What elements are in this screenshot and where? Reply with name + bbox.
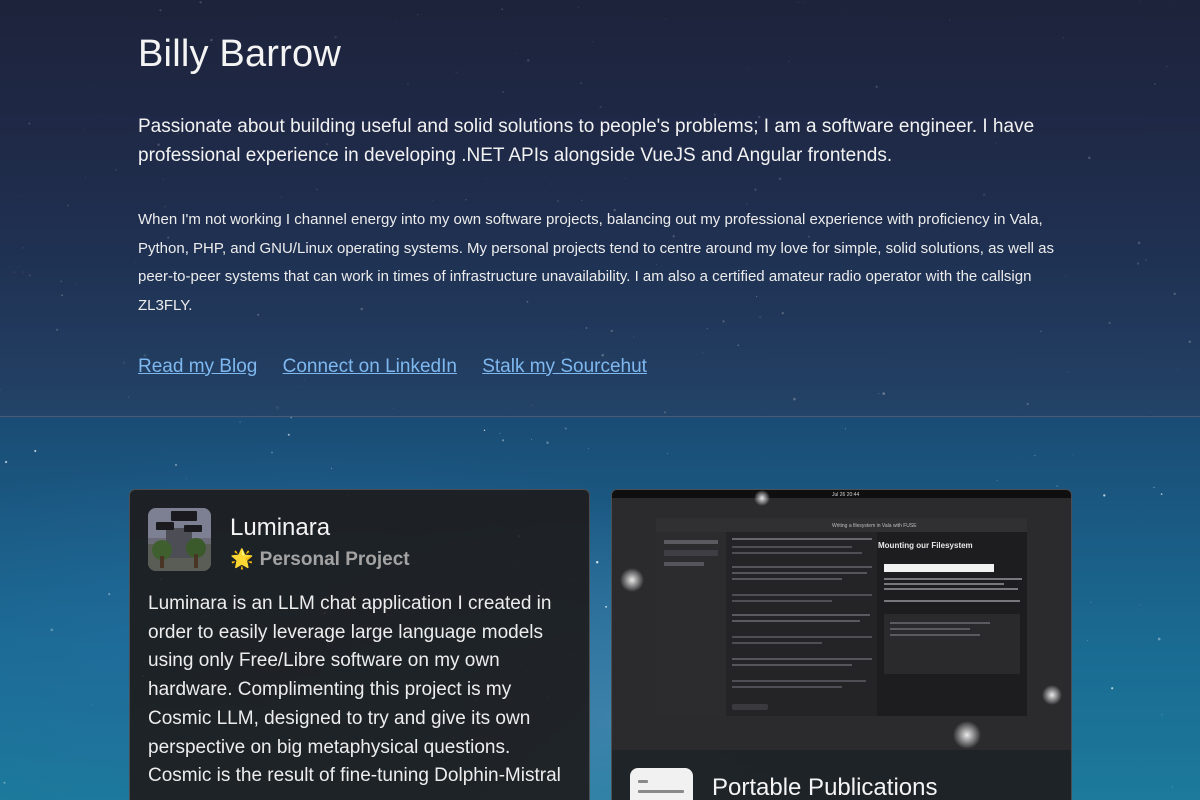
star xyxy=(1111,687,1114,690)
star xyxy=(1157,637,1161,641)
project-tag-label: Personal Project xyxy=(259,549,410,570)
star xyxy=(271,451,273,454)
star xyxy=(596,561,599,564)
project-header: Luminara 🌟 Personal Project xyxy=(148,508,410,574)
star xyxy=(1161,714,1163,716)
star xyxy=(564,427,567,430)
star xyxy=(531,439,533,440)
project-screenshot: Writing a filesystem in Vala with FUSE M… xyxy=(612,490,1071,750)
project-header: Portable Publications xyxy=(630,768,937,800)
project-tag: 🌟 Personal Project xyxy=(230,546,410,574)
star xyxy=(34,449,37,453)
star xyxy=(667,453,669,455)
project-title: Portable Publications xyxy=(712,774,938,800)
star xyxy=(502,439,505,442)
star xyxy=(92,704,93,706)
star xyxy=(1139,604,1141,606)
star xyxy=(1034,454,1036,457)
star xyxy=(1160,493,1163,495)
star xyxy=(1072,454,1074,456)
star xyxy=(1056,485,1058,487)
screenshot-window-title: Writing a filesystem in Vala with FUSE xyxy=(832,523,917,529)
star xyxy=(605,605,608,608)
screenshot-clock: Jul 26 20:44 xyxy=(832,492,859,498)
star xyxy=(239,421,241,423)
star xyxy=(1153,486,1155,489)
star xyxy=(1171,786,1174,788)
tagline: Passionate about building useful and sol… xyxy=(138,116,1035,166)
star xyxy=(3,781,6,784)
project-title-group: Luminara 🌟 Personal Project xyxy=(230,508,410,574)
luminara-app-icon xyxy=(148,508,211,571)
star xyxy=(1090,602,1092,604)
star xyxy=(287,433,290,436)
project-card-portable-publications[interactable]: Writing a filesystem in Vala with FUSE M… xyxy=(611,489,1072,800)
sourcehut-link[interactable]: Stalk my Sourcehut xyxy=(482,356,647,377)
hero-content: Billy Barrow Passionate about building u… xyxy=(138,30,1058,379)
hero-section: Billy Barrow Passionate about building u… xyxy=(0,0,1200,417)
blog-link[interactable]: Read my Blog xyxy=(138,356,257,377)
document-icon xyxy=(630,768,693,800)
page-title: Billy Barrow xyxy=(138,33,341,75)
star xyxy=(996,480,998,481)
star xyxy=(175,464,177,466)
star xyxy=(588,448,589,450)
star xyxy=(499,432,501,434)
project-description: Luminara is an LLM chat application I cr… xyxy=(148,593,561,787)
star xyxy=(4,460,8,464)
star xyxy=(331,467,333,469)
social-links: Read my Blog Connect on LinkedIn Stalk m… xyxy=(138,355,1058,379)
linkedin-link[interactable]: Connect on LinkedIn xyxy=(283,356,457,377)
star xyxy=(546,441,549,444)
project-card-luminara[interactable]: Luminara 🌟 Personal Project Luminara is a… xyxy=(129,489,590,800)
star xyxy=(844,428,846,430)
star xyxy=(50,628,54,632)
star xyxy=(186,478,187,480)
bio-paragraph: When I'm not working I channel energy in… xyxy=(138,211,1054,315)
star xyxy=(1087,640,1088,641)
star xyxy=(1103,494,1106,497)
star xyxy=(483,429,486,431)
project-title: Luminara xyxy=(230,514,331,541)
star-icon: 🌟 xyxy=(230,549,254,570)
star xyxy=(108,592,111,596)
screenshot-heading: Mounting our Filesystem xyxy=(878,541,973,550)
